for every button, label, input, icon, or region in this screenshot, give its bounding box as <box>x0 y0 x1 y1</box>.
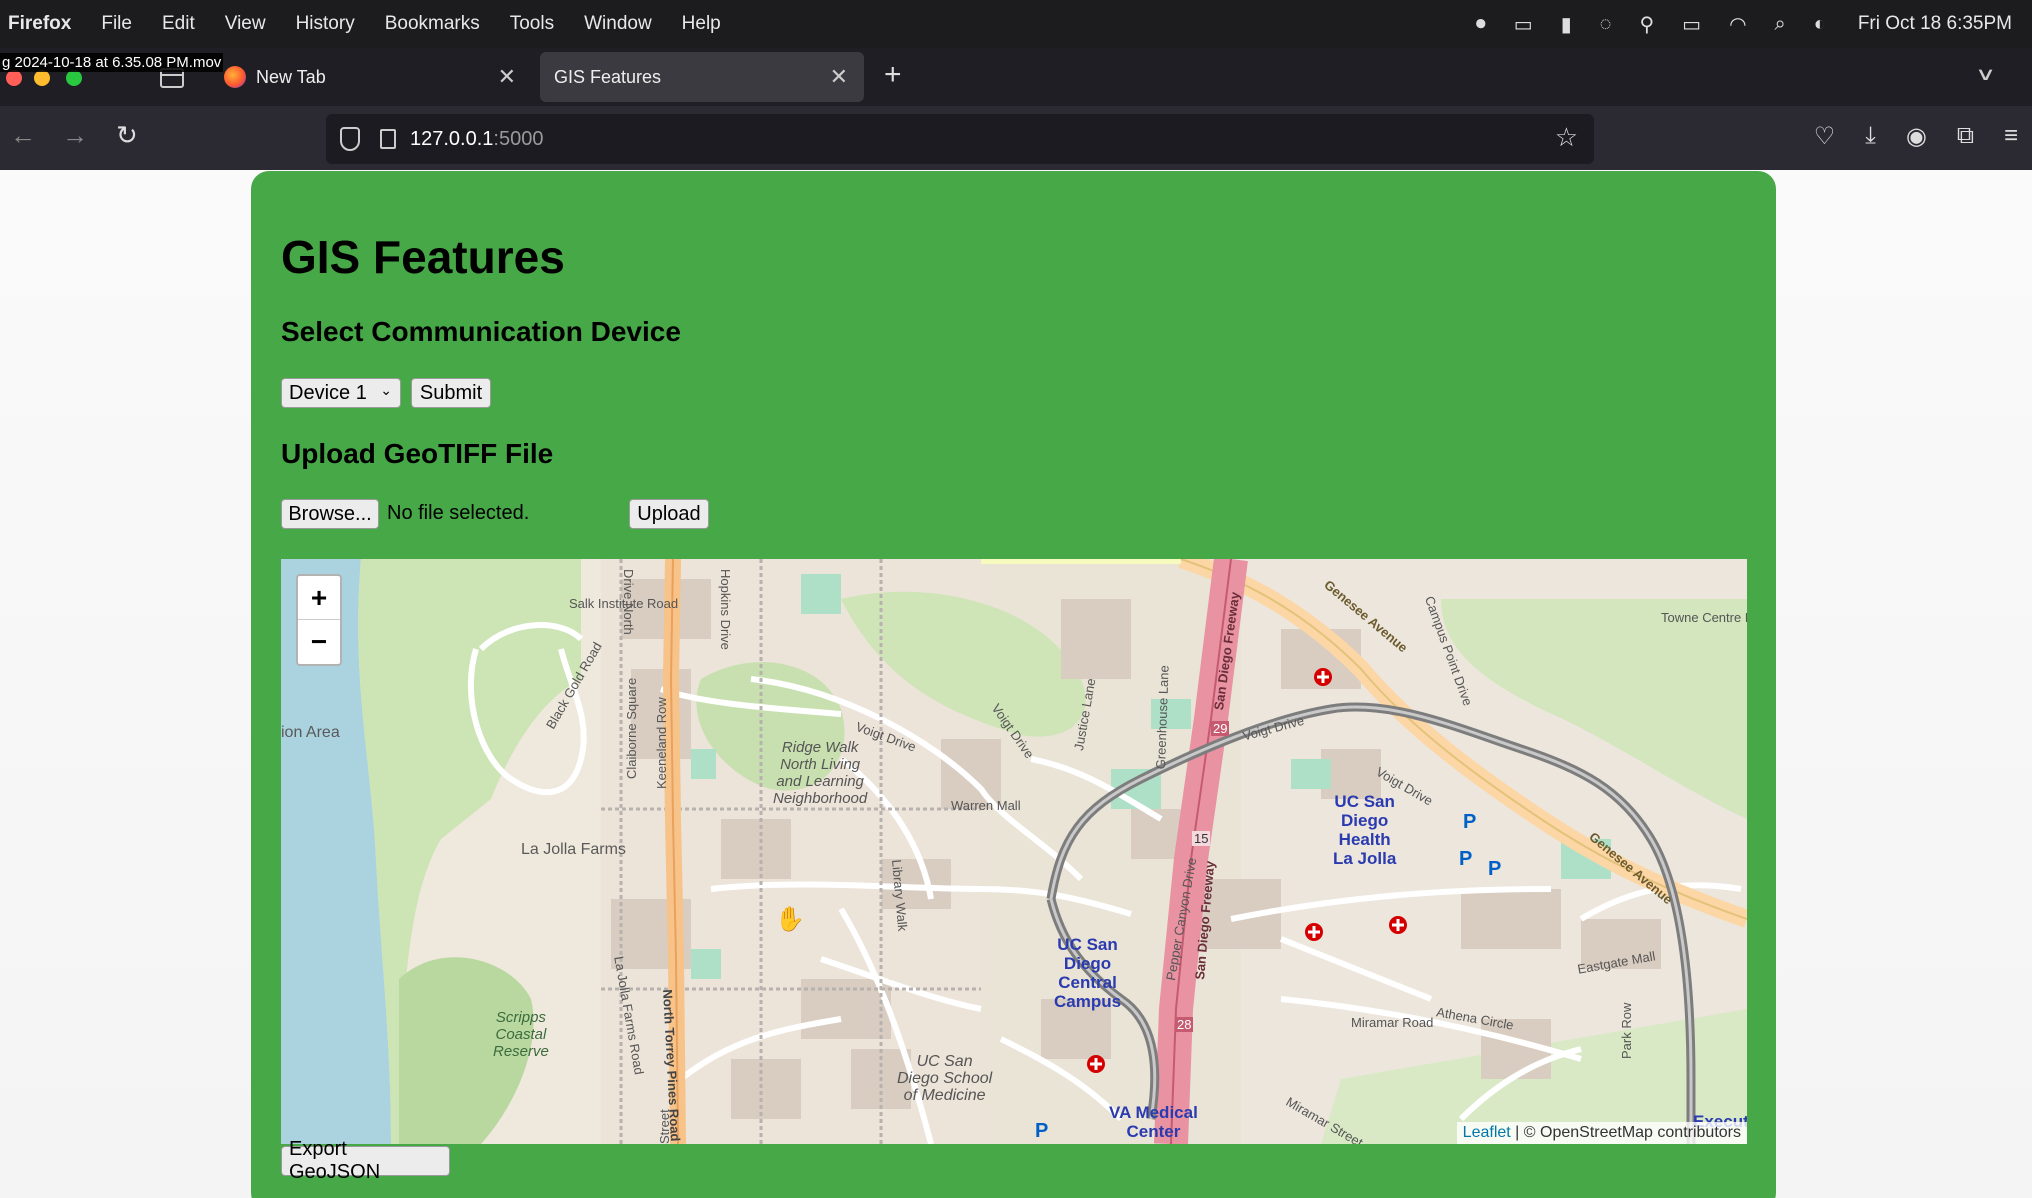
new-tab-plus-icon[interactable]: + <box>884 58 902 92</box>
account-icon[interactable]: ◉ <box>1906 122 1927 151</box>
map-label: UC San Diego Health La Jolla <box>1333 792 1397 868</box>
map-label: Hopkins Drive <box>718 569 733 650</box>
map-label: Claiborne Square <box>624 677 639 779</box>
map-label: 28 <box>1175 1017 1194 1032</box>
page-title: GIS Features <box>281 231 565 283</box>
menubar-status-area: ⏺ ▭ ▮ ◌ ⚲ ▭ ◠ ⌕ ◐ Fri Oct 18 6:35PM <box>1476 0 2012 48</box>
istat-icon[interactable]: ▮ <box>1561 12 1572 37</box>
browse-button[interactable]: Browse... <box>281 499 379 529</box>
map-label: Park Row <box>1619 1002 1634 1059</box>
svg-text:P: P <box>1488 858 1501 880</box>
export-geojson-button[interactable]: Export GeoJSON <box>281 1138 450 1183</box>
tab-title: GIS Features <box>554 66 662 87</box>
menu-bookmarks[interactable]: Bookmarks <box>385 13 480 35</box>
map-label: UC San Diego School of Medicine <box>897 1053 993 1104</box>
recording-filename-overlay: g 2024-10-18 at 6.35.08 PM.mov <box>0 53 224 72</box>
network-icon[interactable]: ⚲ <box>1640 12 1655 37</box>
menu-help[interactable]: Help <box>682 13 721 35</box>
bookmark-star-icon[interactable]: ☆ <box>1555 122 1578 153</box>
url-bar[interactable]: 127.0.0.1:5000 ☆ <box>326 114 1594 164</box>
map-label: Warren Mall <box>951 798 1021 813</box>
back-arrow-icon[interactable]: ← <box>10 120 36 151</box>
browser-toolbar-right: ♡ ⤓ ◉ ⧉ ≡ <box>1814 122 2018 151</box>
control-center-icon[interactable]: ◐ <box>1814 13 1826 36</box>
leaflet-link[interactable]: Leaflet <box>1463 1124 1511 1141</box>
wd-drive-icon[interactable]: ▭ <box>1514 12 1533 37</box>
sync-icon[interactable]: ◌ <box>1600 13 1612 36</box>
svg-text:P: P <box>1463 811 1476 833</box>
macos-menubar: Firefox File Edit View History Bookmarks… <box>0 0 2032 48</box>
pocket-icon[interactable]: ♡ <box>1814 122 1836 151</box>
url-port: :5000 <box>493 127 544 150</box>
record-stop-icon[interactable]: ⏺ <box>1476 13 1486 36</box>
map-label: ion Area <box>281 724 340 741</box>
leaflet-map[interactable]: PP PP Salk Institute Road Black Gold Roa… <box>281 559 1747 1144</box>
menu-history[interactable]: History <box>296 13 355 35</box>
map-label: Drive North <box>621 569 636 635</box>
upload-section-heading: Upload GeoTIFF File <box>281 438 554 469</box>
device-select[interactable]: Device 1 ⌄ <box>281 378 401 408</box>
menu-file[interactable]: File <box>101 13 132 35</box>
battery-icon[interactable]: ▭ <box>1682 12 1701 37</box>
map-label: Scripps Coastal Reserve <box>493 1009 549 1060</box>
forward-arrow-icon[interactable]: → <box>62 120 88 151</box>
menu-window[interactable]: Window <box>584 13 652 35</box>
map-label: UC San Diego Central Campus <box>1054 935 1122 1011</box>
extensions-icon[interactable]: ⧉ <box>1957 122 1974 151</box>
firefox-favicon-icon <box>224 66 246 88</box>
file-status: No file selected. <box>387 502 530 524</box>
zoom-in-button[interactable]: + <box>298 576 340 620</box>
tab-gis-features[interactable]: GIS Features ✕ <box>540 52 864 102</box>
downloads-icon[interactable]: ⤓ <box>1865 122 1876 151</box>
map-label: 29 <box>1211 721 1230 736</box>
map-label: 15 <box>1192 831 1211 846</box>
menu-edit[interactable]: Edit <box>162 13 195 35</box>
spotlight-search-icon[interactable]: ⌕ <box>1775 13 1786 36</box>
grab-hand-cursor-icon: ✋ <box>775 906 805 933</box>
map-label: La Jolla Farms <box>521 841 626 858</box>
zoom-control: + − <box>296 574 342 666</box>
menu-tools[interactable]: Tools <box>510 13 554 35</box>
submit-button[interactable]: Submit <box>411 378 491 408</box>
tracking-shield-icon[interactable] <box>340 127 360 151</box>
attribution-text: | © OpenStreetMap contributors <box>1510 1124 1741 1141</box>
tab-close-icon[interactable]: ✕ <box>498 64 516 90</box>
window-minimize-icon[interactable] <box>34 70 50 86</box>
wifi-off-icon[interactable]: ◠ <box>1729 12 1746 37</box>
map-attribution: Leaflet | © OpenStreetMap contributors <box>1456 1122 1747 1144</box>
map-label: Towne Centre Drive <box>1661 610 1747 625</box>
tab-close-icon[interactable]: ✕ <box>830 64 848 90</box>
tab-overflow-chevron-icon[interactable]: ∨ <box>1975 64 1996 85</box>
map-label: VA Medical Center <box>1109 1103 1198 1141</box>
upload-button[interactable]: Upload <box>629 499 709 529</box>
menu-view[interactable]: View <box>225 13 266 35</box>
window-zoom-icon[interactable] <box>66 70 82 86</box>
hamburger-menu-icon[interactable]: ≡ <box>2004 122 2018 151</box>
device-select-value: Device 1 <box>289 381 367 404</box>
map-label: Street <box>657 1109 672 1144</box>
tab-new-tab[interactable]: New Tab ✕ <box>212 52 532 102</box>
url-host: 127.0.0.1 <box>410 127 494 150</box>
map-label: Miramar Road <box>1351 1015 1434 1030</box>
device-section-heading: Select Communication Device <box>281 316 681 347</box>
map-label: Keeneland Row <box>654 697 669 789</box>
window-close-icon[interactable] <box>6 70 22 86</box>
tab-title: New Tab <box>256 66 326 87</box>
menubar-clock[interactable]: Fri Oct 18 6:35PM <box>1858 13 2012 35</box>
chevron-down-icon: ⌄ <box>380 382 392 398</box>
menubar-app-name[interactable]: Firefox <box>8 13 71 35</box>
page-info-icon[interactable] <box>380 129 396 149</box>
svg-text:P: P <box>1459 848 1472 870</box>
reload-icon[interactable]: ↻ <box>116 120 138 151</box>
zoom-out-button[interactable]: − <box>298 620 340 664</box>
svg-text:P: P <box>1035 1120 1048 1142</box>
map-label: Ridge Walk North Living and Learning Nei… <box>773 739 868 807</box>
